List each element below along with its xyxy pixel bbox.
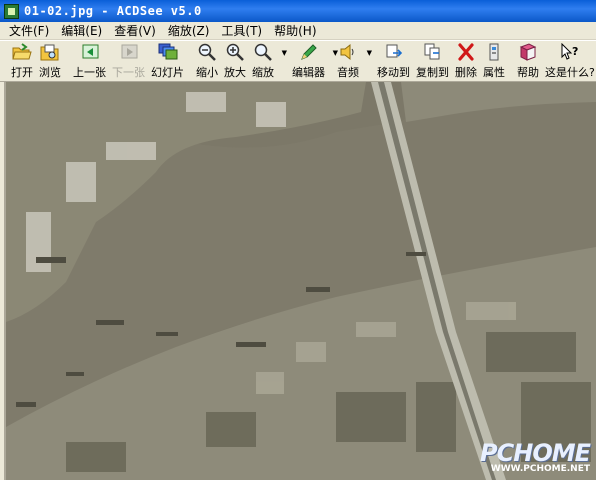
delete-icon [456, 43, 476, 61]
menu-zoom[interactable]: 缩放(Z) [162, 23, 216, 39]
menu-edit[interactable]: 编辑(E) [55, 23, 108, 39]
image-viewer[interactable]: PCHOME WWW.PCHOME.NET [4, 82, 596, 480]
zoom-button[interactable]: ▼ 缩放 [249, 41, 287, 81]
move-to-label: 移动到 [377, 66, 410, 79]
delete-label: 删除 [455, 66, 477, 79]
move-to-button[interactable]: 移动到 [374, 41, 413, 81]
zoom-label: 缩放 [252, 66, 274, 79]
whats-this-button[interactable]: ? 这是什么? [542, 41, 596, 81]
title-bar[interactable]: 01-02.jpg - ACDSee v5.0 [0, 0, 596, 22]
watermark-logo: PCHOME [480, 439, 591, 467]
next-label: 下一张 [112, 66, 145, 79]
audio-label: 音频 [337, 66, 359, 79]
zoom-out-label: 缩小 [196, 66, 218, 79]
browse-button[interactable]: 浏览 [36, 41, 64, 81]
previous-button[interactable]: 上一张 [70, 41, 109, 81]
zoom-in-button[interactable]: 放大 [221, 41, 249, 81]
next-button[interactable]: 下一张 [109, 41, 148, 81]
editor-label: 编辑器 [292, 66, 325, 79]
editor-icon [299, 43, 319, 61]
acdsee-app-icon [4, 3, 19, 19]
help-button[interactable]: 帮助 [514, 41, 542, 81]
audio-button[interactable]: ▼ 音频 [334, 41, 372, 81]
window-title: 01-02.jpg - ACDSee v5.0 [24, 4, 202, 18]
menu-bar: 文件(F) 编辑(E) 查看(V) 缩放(Z) 工具(T) 帮助(H) [0, 22, 596, 40]
zoom-icon [253, 43, 273, 61]
editor-button[interactable]: ▼ 编辑器 [289, 41, 338, 81]
open-label: 打开 [11, 66, 33, 79]
zoom-out-icon [197, 43, 217, 61]
help-label: 帮助 [517, 66, 539, 79]
menu-help[interactable]: 帮助(H) [268, 23, 322, 39]
help-book-icon [518, 43, 538, 61]
copy-to-label: 复制到 [416, 66, 449, 79]
slideshow-icon [158, 43, 178, 61]
browse-icon [40, 43, 60, 61]
properties-label: 属性 [483, 66, 505, 79]
copy-to-button[interactable]: 复制到 [413, 41, 452, 81]
browse-label: 浏览 [39, 66, 61, 79]
whats-this-icon: ? [560, 43, 580, 61]
aerial-photo [6, 82, 596, 480]
menu-tools[interactable]: 工具(T) [215, 23, 268, 39]
speaker-icon [338, 43, 358, 61]
audio-dropdown-arrow-icon[interactable]: ▼ [367, 49, 372, 57]
svg-text:?: ? [572, 45, 578, 58]
slideshow-button[interactable]: 幻灯片 [148, 41, 187, 81]
open-button[interactable]: 打开 [8, 41, 36, 81]
next-icon [119, 43, 139, 61]
delete-button[interactable]: 删除 [452, 41, 480, 81]
zoom-dropdown-arrow-icon[interactable]: ▼ [282, 49, 287, 57]
menu-view[interactable]: 查看(V) [108, 23, 162, 39]
watermark-url: WWW.PCHOME.NET [490, 464, 590, 474]
whats-this-label: 这是什么? [545, 66, 595, 79]
zoom-in-icon [225, 43, 245, 61]
zoom-out-button[interactable]: 缩小 [193, 41, 221, 81]
properties-icon [484, 43, 504, 61]
watermark: PCHOME WWW.PCHOME.NET [480, 439, 591, 474]
copy-to-icon [423, 43, 443, 61]
menu-file[interactable]: 文件(F) [3, 23, 55, 39]
slideshow-label: 幻灯片 [151, 66, 184, 79]
folder-open-icon [12, 43, 32, 61]
properties-button[interactable]: 属性 [480, 41, 508, 81]
zoom-in-label: 放大 [224, 66, 246, 79]
move-to-icon [384, 43, 404, 61]
previous-label: 上一张 [73, 66, 106, 79]
previous-icon [80, 43, 100, 61]
toolbar: 打开 浏览 上一张 下一张 幻灯片 缩小 放大 ▼ 缩放 ▼ 编辑器 ▼ 音频 … [0, 40, 596, 82]
